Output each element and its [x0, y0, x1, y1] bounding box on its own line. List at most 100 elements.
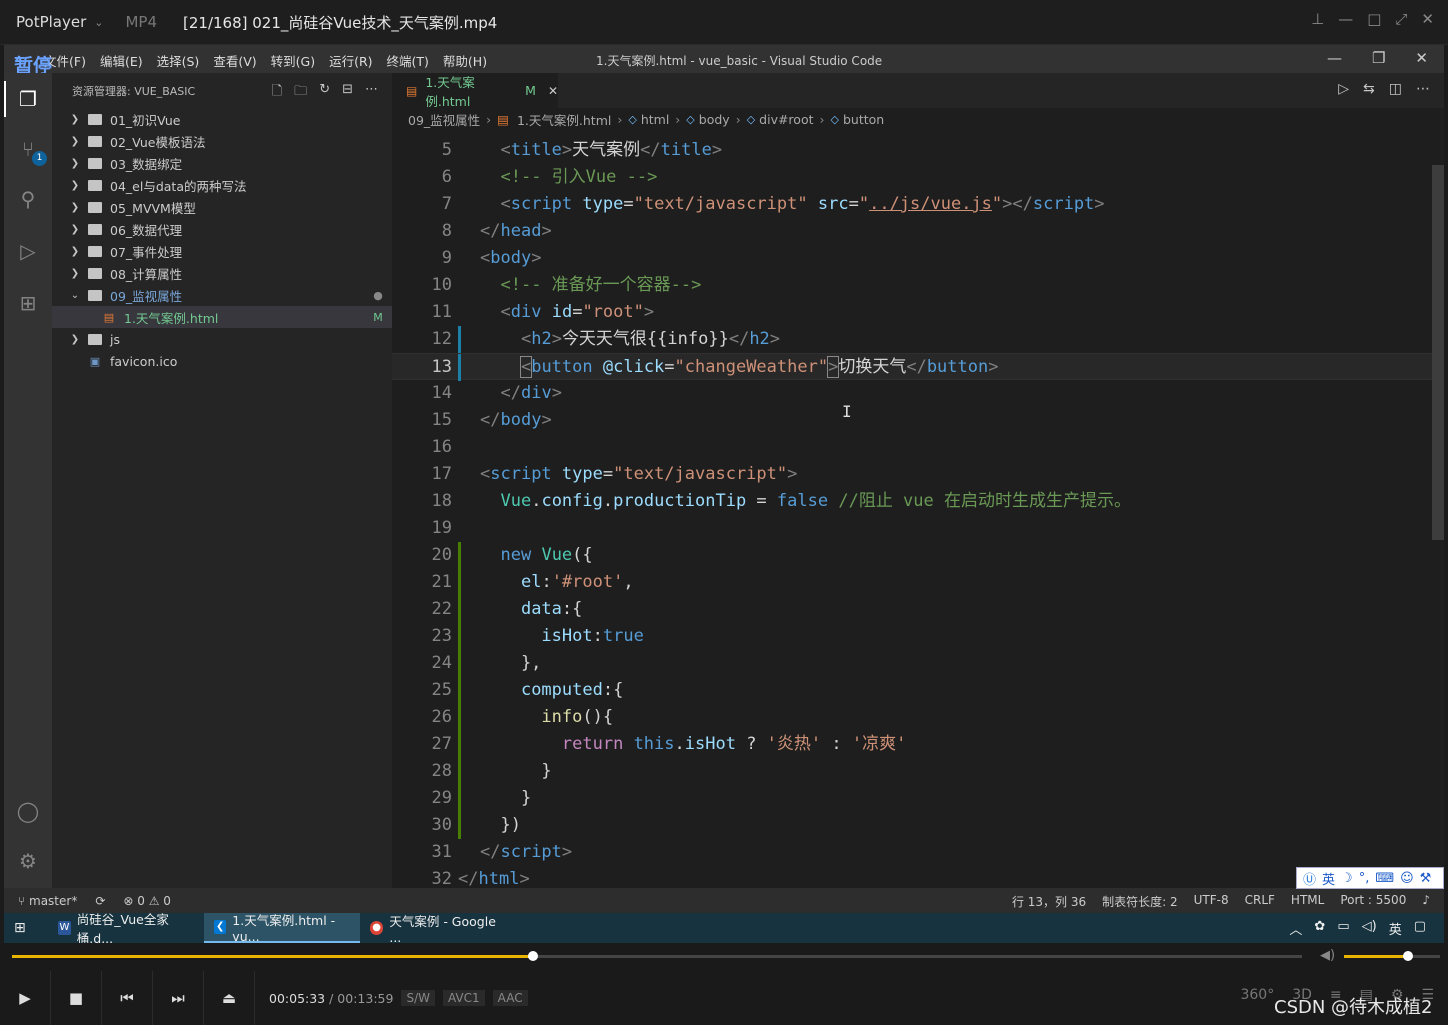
- taskbar-item-chrome[interactable]: ● 天气案例 - Google ...: [360, 913, 516, 945]
- seek-handle[interactable]: [528, 951, 539, 961]
- account-icon[interactable]: ◯: [16, 799, 40, 823]
- tree-folder[interactable]: ❯ 07_事件处理: [52, 240, 392, 262]
- search-icon[interactable]: ⚲: [16, 187, 40, 211]
- menu-edit[interactable]: 编辑(E): [100, 51, 143, 70]
- collapse-all-icon[interactable]: ⊟: [342, 82, 353, 104]
- user-icon[interactable]: ☺: [1400, 871, 1414, 886]
- volume-icon[interactable]: ◁): [1362, 919, 1377, 938]
- sync-icon[interactable]: ⟳: [95, 894, 105, 908]
- next-icon: ⏭: [171, 989, 185, 1007]
- tree-folder-open[interactable]: ⌄ 09_监视属性 ●: [52, 284, 392, 306]
- eol[interactable]: CRLF: [1245, 893, 1275, 910]
- menu-terminal[interactable]: 终端(T): [387, 51, 429, 70]
- code-line: 5 <title>天气案例</title>: [441, 140, 723, 160]
- wrench-icon[interactable]: ⚒: [1420, 871, 1432, 886]
- tree-folder[interactable]: ❯ js: [52, 328, 392, 350]
- eject-button[interactable]: ⏏: [204, 971, 255, 1025]
- split-editor-icon[interactable]: ◫: [1389, 81, 1402, 97]
- menu-selection[interactable]: 选择(S): [157, 51, 200, 70]
- restore-icon[interactable]: ❐: [1372, 49, 1385, 67]
- run-icon[interactable]: ▷: [1338, 81, 1349, 97]
- minimize-icon[interactable]: —: [1338, 10, 1353, 28]
- breadcrumb-html[interactable]: html: [641, 112, 669, 127]
- notification-icon[interactable]: ▢: [1414, 919, 1426, 938]
- gear-icon[interactable]: ⚙: [16, 849, 40, 873]
- tree-folder[interactable]: ❯ 03_数据绑定: [52, 152, 392, 174]
- tray-ime[interactable]: 英: [1389, 919, 1402, 938]
- chevron-up-icon[interactable]: ︿: [1289, 919, 1302, 938]
- breadcrumb-file[interactable]: 1.天气案例.html: [517, 110, 611, 129]
- encoding[interactable]: UTF-8: [1194, 893, 1229, 910]
- tree-folder[interactable]: ❯ 05_MVVM模型: [52, 196, 392, 218]
- video-codec-tag[interactable]: AVC1: [442, 990, 485, 1006]
- problems-status[interactable]: ⊗ 0 ⚠ 0: [123, 894, 171, 908]
- tree-folder[interactable]: ❯ 01_初识Vue: [52, 108, 392, 130]
- tree-folder[interactable]: ❯ 06_数据代理: [52, 218, 392, 240]
- live-server-port[interactable]: Port : 5500: [1340, 893, 1406, 910]
- play-icon: ▶: [19, 989, 31, 1007]
- minimize-icon[interactable]: —: [1327, 49, 1342, 67]
- close-tab-icon[interactable]: ✕: [548, 84, 558, 98]
- next-button[interactable]: ⏭: [153, 971, 204, 1025]
- breadcrumb-button[interactable]: button: [843, 112, 884, 127]
- gutter-added-marker: [458, 704, 461, 731]
- speaker-icon[interactable]: ◀): [1320, 948, 1335, 963]
- menu-go[interactable]: 转到(G): [271, 51, 315, 70]
- app-tray-icon[interactable]: ✿: [1314, 919, 1325, 938]
- new-folder-icon[interactable]: 🗀: [294, 82, 307, 104]
- tree-folder[interactable]: ❯ 04_el与data的两种写法: [52, 174, 392, 196]
- play-button[interactable]: ▶: [0, 971, 51, 1025]
- extensions-icon[interactable]: ⊞: [16, 291, 40, 315]
- player-brand[interactable]: PotPlayer: [0, 13, 86, 31]
- start-button[interactable]: ⊞: [4, 913, 48, 943]
- previous-button[interactable]: ⏮: [102, 971, 153, 1025]
- more-icon[interactable]: ⋯: [365, 82, 378, 104]
- language-mode[interactable]: HTML: [1291, 893, 1324, 910]
- taskbar-item-word[interactable]: W 尚硅谷_Vue全家桶.d...: [48, 912, 204, 946]
- folder-icon: [88, 157, 102, 169]
- punctuation-icon[interactable]: °,: [1359, 871, 1370, 886]
- more-icon[interactable]: ⋯: [1416, 81, 1430, 97]
- source-control-icon[interactable]: ⑂ 1: [16, 137, 47, 166]
- stop-button[interactable]: ■: [51, 971, 102, 1025]
- cursor-position[interactable]: 行 13，列 36: [1012, 893, 1086, 910]
- breadcrumb-folder[interactable]: 09_监视属性: [408, 110, 480, 129]
- breadcrumb-body[interactable]: body: [699, 112, 730, 127]
- run-debug-icon[interactable]: ▷: [16, 239, 40, 263]
- ime-mode[interactable]: 英: [1322, 869, 1335, 888]
- menu-run[interactable]: 运行(R): [329, 51, 372, 70]
- tab-active-file[interactable]: ▤ 1.天气案例.html M ✕: [392, 73, 558, 109]
- taskbar-item-vscode[interactable]: ❮ 1.天气案例.html - vu...: [204, 913, 360, 944]
- breadcrumb-div[interactable]: div#root: [759, 112, 813, 127]
- tree-file-selected[interactable]: ▤ 1.天气案例.html M: [52, 306, 392, 328]
- tree-folder[interactable]: ❯ 02_Vue模板语法: [52, 130, 392, 152]
- ime-toolbar[interactable]: Ⓤ 英 ☽ °, ⌨ ☺ ⚒: [1296, 867, 1444, 889]
- volume-handle[interactable]: [1403, 951, 1414, 961]
- refresh-icon[interactable]: ↻: [319, 82, 330, 104]
- branch-status[interactable]: ⑂ master*: [18, 894, 77, 908]
- explorer-icon[interactable]: ❐: [4, 81, 40, 117]
- tab-size[interactable]: 制表符长度: 2: [1102, 893, 1178, 910]
- maximize-icon[interactable]: □: [1367, 10, 1381, 28]
- network-icon[interactable]: ▭: [1337, 919, 1349, 938]
- pin-icon[interactable]: ⊥: [1311, 10, 1324, 28]
- renderer-tag[interactable]: S/W: [401, 990, 435, 1006]
- folder-modified-dot: ●: [373, 288, 383, 302]
- editor-scrollbar[interactable]: [1432, 165, 1444, 540]
- new-file-icon[interactable]: 🗋: [272, 82, 282, 104]
- feedback-icon[interactable]: ♪: [1422, 893, 1430, 910]
- close-icon[interactable]: ✕: [1415, 49, 1428, 67]
- code-editor[interactable]: 5 <title>天气案例</title> 6 <!-- 引入Vue --> 7…: [392, 130, 1444, 888]
- menu-view[interactable]: 查看(V): [213, 51, 256, 70]
- fullscreen-icon[interactable]: ⤢: [1395, 10, 1407, 28]
- audio-codec-tag[interactable]: AAC: [492, 990, 528, 1006]
- chevron-down-icon[interactable]: ⌄: [94, 16, 103, 29]
- moon-icon[interactable]: ☽: [1341, 871, 1353, 886]
- keyboard-icon[interactable]: ⌨: [1375, 871, 1394, 886]
- tree-folder[interactable]: ❯ 08_计算属性: [52, 262, 392, 284]
- compare-icon[interactable]: ⇆: [1363, 81, 1375, 97]
- close-icon[interactable]: ✕: [1421, 10, 1434, 28]
- menu-help[interactable]: 帮助(H): [443, 51, 487, 70]
- vr-360-button[interactable]: 360°: [1240, 987, 1274, 1003]
- tree-file[interactable]: ▣ favicon.ico: [52, 350, 392, 372]
